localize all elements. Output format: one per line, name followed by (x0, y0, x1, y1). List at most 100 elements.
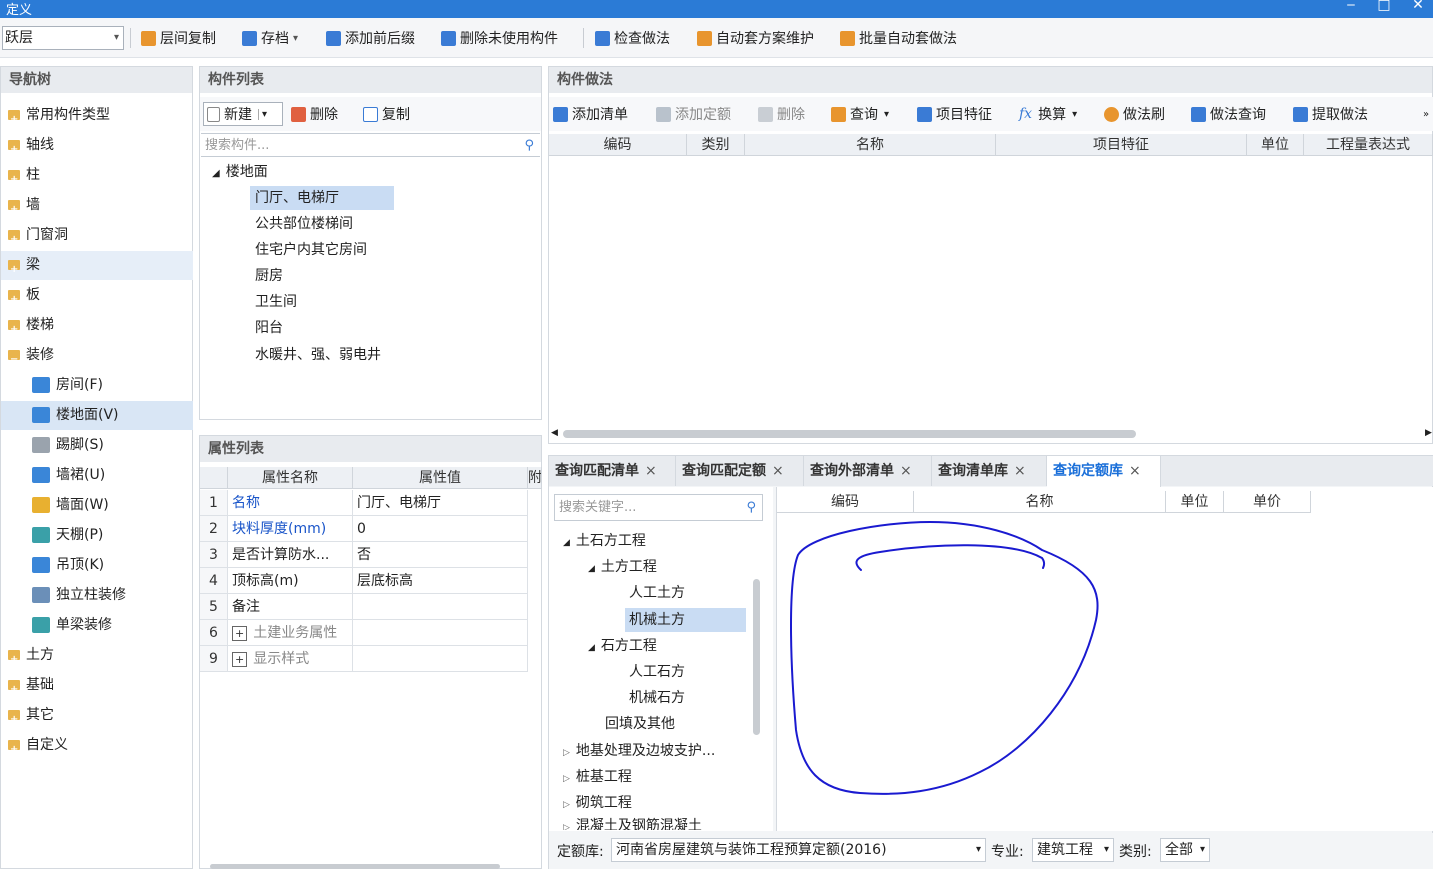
maximize-button[interactable]: □ (1373, 0, 1395, 13)
delete-unused-button[interactable]: 删除未使用构件 (441, 27, 558, 49)
tree-root-floor[interactable]: ◢ 楼地面 (212, 160, 268, 184)
tree-earthwork[interactable]: ◢ 土石方工程 (563, 529, 646, 553)
more-icon[interactable]: » (1423, 103, 1429, 125)
property-group-civil[interactable]: + 土建业务属性 (228, 620, 353, 646)
component-search-input[interactable]: 搜索构件... ⚲ (201, 133, 540, 157)
archive-button[interactable]: 存档 ▾ (242, 27, 298, 49)
floor-select[interactable]: 跃层 ▾ (2, 26, 124, 50)
tab-match-quota[interactable]: 查询匹配定额 × (676, 456, 804, 486)
tree-masonry[interactable]: ▷ 砌筑工程 (563, 791, 632, 815)
nav-item-axis[interactable]: 轴线 (1, 131, 193, 164)
tree-item-shaft[interactable]: 水暖井、强、弱电井 (255, 343, 381, 367)
quota-lib-select[interactable]: 河南省房屋建筑与装饰工程预算定额(2016) ▾ (611, 838, 986, 862)
expand-plus-icon[interactable]: + (232, 652, 248, 667)
tree-item-bathroom[interactable]: 卫生间 (255, 290, 297, 314)
nav-sub-column-deco[interactable]: 独立柱装修 (1, 581, 193, 610)
nav-item-slab[interactable]: 板 (1, 281, 193, 314)
property-value[interactable]: 否 (353, 542, 528, 568)
tree-manual-rock[interactable]: 人工石方 (629, 660, 685, 684)
add-list-button[interactable]: 添加清单 (553, 103, 628, 125)
nav-item-common[interactable]: 常用构件类型 (1, 101, 193, 134)
quota-search-input[interactable]: 搜索关键字... ⚲ (554, 494, 763, 521)
expand-plus-icon[interactable]: + (232, 626, 248, 641)
nav-sub-suspended-ceiling[interactable]: 吊顶(K) (1, 551, 193, 580)
close-icon[interactable]: × (1129, 463, 1141, 479)
scroll-right-arrow[interactable]: ▶ (1425, 428, 1432, 438)
nav-sub-beam-deco[interactable]: 单梁装修 (1, 611, 193, 640)
copy-between-floors-button[interactable]: 层间复制 (141, 27, 216, 49)
check-method-button[interactable]: 检查做法 (595, 27, 670, 49)
auto-plan-button[interactable]: 自动套方案维护 (697, 27, 814, 49)
close-button[interactable]: ✕ (1407, 0, 1429, 13)
method-toolbar: 添加清单 添加定额 删除 查询 ▾ 项目特征 fx 换算 ▾ 做法刷 做法查询 提取做… (549, 97, 1433, 131)
nav-sub-floor[interactable]: 楼地面(V) (1, 401, 193, 430)
nav-sub-wall-face[interactable]: 墙面(W) (1, 491, 193, 520)
chevron-down-icon[interactable]: ▾ (258, 108, 267, 120)
nav-item-stairs[interactable]: 楼梯 (1, 311, 193, 344)
nav-sub-dado[interactable]: 墙裙(U) (1, 461, 193, 490)
extract-method-button[interactable]: 提取做法 (1293, 103, 1368, 125)
property-hscrollbar[interactable] (210, 864, 500, 869)
tree-item-lobby[interactable]: 门厅、电梯厅 (250, 186, 394, 210)
property-value[interactable]: 0 (353, 516, 528, 542)
nav-sub-room[interactable]: 房间(F) (1, 371, 193, 400)
convert-button[interactable]: fx 换算 ▾ (1019, 103, 1077, 125)
tree-foundation-treatment[interactable]: ▷ 地基处理及边坡支护... (563, 739, 715, 763)
nav-sub-skirting[interactable]: 踢脚(S) (1, 431, 193, 460)
add-prefix-suffix-button[interactable]: 添加前后缀 (326, 27, 415, 49)
tab-list-library[interactable]: 查询清单库 × (932, 456, 1047, 486)
method-brush-button[interactable]: 做法刷 (1104, 103, 1165, 125)
property-group-display[interactable]: + 显示样式 (228, 646, 353, 672)
tree-item-other-rooms[interactable]: 住宅户内其它房间 (255, 238, 367, 262)
nav-item-foundation[interactable]: 基础 (1, 671, 193, 704)
nav-sub-ceiling[interactable]: 天棚(P) (1, 521, 193, 550)
quota-tree-vscrollbar[interactable] (753, 579, 760, 735)
property-value[interactable]: 层底标高 (353, 568, 528, 594)
nav-item-beam[interactable]: 梁 (1, 251, 193, 284)
tree-concrete[interactable]: ▷ 混凝土及钢筋混凝土 (563, 816, 702, 830)
batch-auto-button[interactable]: 批量自动套做法 (840, 27, 957, 49)
tab-label: 查询匹配定额 (682, 463, 766, 479)
method-col-name: 名称 (745, 134, 996, 156)
delete-button[interactable]: 删除 (291, 103, 338, 125)
close-icon[interactable]: × (645, 463, 657, 479)
query-button[interactable]: 查询 ▾ (831, 103, 889, 125)
property-value[interactable]: 门厅、电梯厅 (353, 490, 528, 516)
tree-machine-soil[interactable]: 机械土方 (625, 608, 746, 632)
minimize-button[interactable]: ‒ (1340, 0, 1362, 13)
method-hscrollbar[interactable] (563, 430, 1136, 438)
tree-backfill[interactable]: 回填及其他 (605, 712, 675, 736)
nav-item-column[interactable]: 柱 (1, 161, 193, 194)
tree-rock[interactable]: ◢ 石方工程 (588, 634, 657, 658)
specialty-select[interactable]: 建筑工程 ▾ (1032, 838, 1114, 862)
copy-button[interactable]: 复制 (363, 103, 410, 125)
project-feature-button[interactable]: 项目特征 (917, 103, 992, 125)
tree-item-kitchen[interactable]: 厨房 (255, 264, 283, 288)
method-delete-button[interactable]: 删除 (758, 103, 805, 125)
tab-match-list[interactable]: 查询匹配清单 × (549, 456, 676, 486)
tab-quota-library[interactable]: 查询定额库 × (1047, 456, 1161, 487)
close-icon[interactable]: × (900, 463, 912, 479)
tree-pile[interactable]: ▷ 桩基工程 (563, 765, 632, 789)
tree-item-balcony[interactable]: 阳台 (255, 316, 283, 340)
tree-manual-soil[interactable]: 人工土方 (629, 581, 685, 605)
nav-item-decoration[interactable]: 装修 (1, 341, 193, 374)
nav-item-wall[interactable]: 墙 (1, 191, 193, 224)
nav-item-openings[interactable]: 门窗洞 (1, 221, 193, 254)
close-icon[interactable]: × (772, 463, 784, 479)
close-icon[interactable]: × (1014, 463, 1026, 479)
tree-soil[interactable]: ◢ 土方工程 (588, 555, 657, 579)
nav-item-other[interactable]: 其它 (1, 701, 193, 734)
add-quota-button[interactable]: 添加定额 (656, 103, 731, 125)
tree-machine-rock[interactable]: 机械石方 (629, 686, 685, 710)
property-value[interactable] (353, 594, 528, 620)
tree-item-stairwell[interactable]: 公共部位楼梯间 (255, 212, 353, 236)
scroll-left-arrow[interactable]: ◀ (551, 428, 558, 438)
nav-item-custom[interactable]: 自定义 (1, 731, 193, 764)
row-number: 1 (200, 490, 228, 516)
tab-external-list[interactable]: 查询外部清单 × (804, 456, 932, 486)
new-button[interactable]: 新建 ▾ (203, 102, 283, 126)
method-query-button[interactable]: 做法查询 (1191, 103, 1266, 125)
category-select[interactable]: 全部 ▾ (1160, 838, 1210, 862)
nav-item-earthwork[interactable]: 土方 (1, 641, 193, 674)
